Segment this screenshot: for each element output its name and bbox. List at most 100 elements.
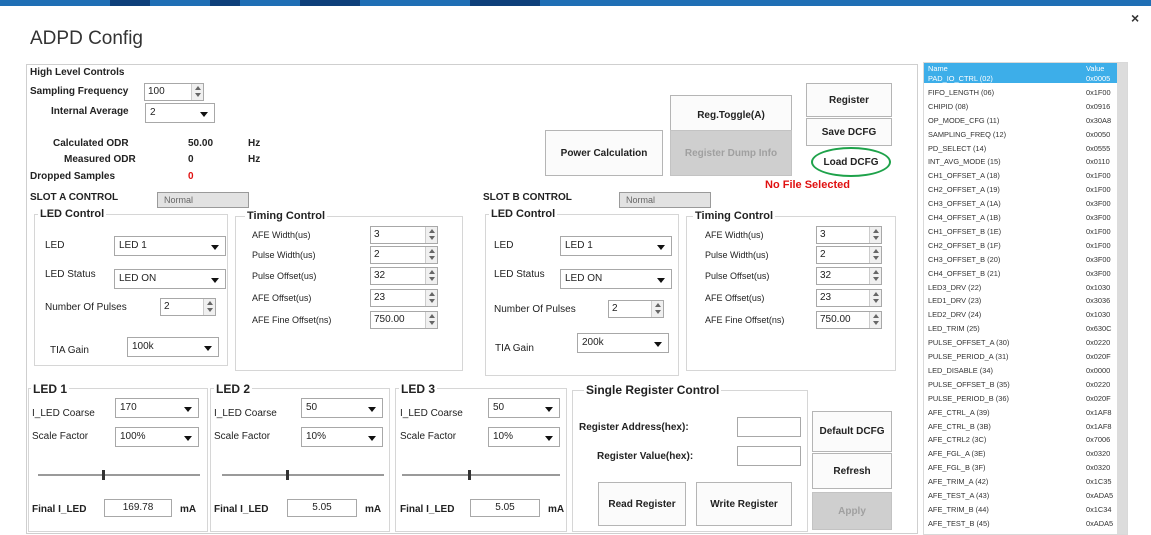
table-row[interactable]: LED1_DRV (23) 0x3036 — [924, 295, 1117, 305]
spinner-arrows-icon[interactable] — [425, 312, 437, 328]
register-name: CH1_OFFSET_B (1E) — [928, 226, 1002, 236]
register-button[interactable]: Register — [806, 83, 892, 117]
slot-b-afe-offset-spinner[interactable]: 23 — [816, 289, 882, 307]
slot-a-led-status-select[interactable]: LED ON — [114, 269, 226, 289]
slot-a-pulses-spinner[interactable]: 2 — [160, 298, 216, 316]
slot-b-pulse-offset-spinner[interactable]: 32 — [816, 267, 882, 285]
slot-a-afe-offset-label: AFE Offset(us) — [252, 293, 312, 303]
spinner-arrows-icon[interactable] — [425, 227, 437, 243]
spinner-arrows-icon[interactable] — [869, 227, 881, 243]
table-row[interactable]: CH3_OFFSET_B (20) 0x3F00 — [924, 254, 1117, 264]
slot-b-afe-width-spinner[interactable]: 3 — [816, 226, 882, 244]
led1-final-label: Final I_LED — [32, 504, 87, 515]
led2-slider[interactable] — [222, 470, 384, 480]
table-row[interactable]: AFE_FGL_B (3F) 0x0320 — [924, 462, 1117, 472]
slot-b-tia-select[interactable]: 200k — [577, 333, 669, 353]
table-row[interactable]: AFE_CTRL2 (3C) 0x7006 — [924, 434, 1117, 444]
power-calculation-button[interactable]: Power Calculation — [545, 130, 663, 176]
register-list[interactable]: Name Value PAD_IO_CTRL (02) 0x0005 FIFO_LE… — [923, 62, 1128, 535]
register-value: 0x0220 — [1086, 338, 1111, 348]
slot-a-afe-width-spinner[interactable]: 3 — [370, 226, 438, 244]
led1-coarse-select[interactable]: 170 — [115, 398, 199, 418]
write-register-button[interactable]: Write Register — [696, 482, 792, 526]
led3-slider[interactable] — [402, 470, 560, 480]
spinner-arrows-icon[interactable] — [651, 301, 663, 317]
table-row[interactable]: LED_TRIM (25) 0x630C — [924, 323, 1117, 333]
spinner-arrows-icon[interactable] — [425, 290, 437, 306]
table-row[interactable]: PULSE_OFFSET_A (30) 0x0220 — [924, 337, 1117, 347]
spinner-arrows-icon[interactable] — [869, 312, 881, 328]
high-level-title: High Level Controls — [30, 67, 125, 78]
table-row[interactable]: AFE_CTRL_A (39) 0x1AF8 — [924, 407, 1117, 417]
led1-scale-select[interactable]: 100% — [115, 427, 199, 447]
internal-average-select[interactable]: 2 — [145, 103, 215, 123]
table-row[interactable]: CHIPID (08) 0x0916 — [924, 101, 1117, 111]
save-dcfg-button[interactable]: Save DCFG — [806, 118, 892, 146]
led1-title: LED 1 — [31, 382, 70, 396]
table-row[interactable]: OP_MODE_CFG (11) 0x30A8 — [924, 115, 1117, 125]
slot-a-pulse-offset-spinner[interactable]: 32 — [370, 267, 438, 285]
table-row[interactable]: FIFO_LENGTH (06) 0x1F00 — [924, 87, 1117, 97]
table-row[interactable]: CH1_OFFSET_A (18) 0x1F00 — [924, 170, 1117, 180]
table-row[interactable]: CH2_OFFSET_A (19) 0x1F00 — [924, 184, 1117, 194]
sampling-frequency-spinner[interactable]: 100 — [144, 83, 204, 101]
led1-slider[interactable] — [38, 470, 200, 480]
spinner-arrows-icon[interactable] — [869, 268, 881, 284]
table-row[interactable]: AFE_TEST_B (45) 0xADA5 — [924, 518, 1117, 528]
table-row[interactable]: PD_SELECT (14) 0x0555 — [924, 143, 1117, 153]
register-address-input[interactable] — [737, 417, 801, 437]
slider-handle[interactable] — [286, 470, 289, 480]
table-row[interactable]: PULSE_PERIOD_B (36) 0x020F — [924, 393, 1117, 403]
slider-handle[interactable] — [102, 470, 105, 480]
slot-b-led-status-select[interactable]: LED ON — [560, 269, 672, 289]
table-row[interactable]: CH2_OFFSET_B (1F) 0x1F00 — [924, 240, 1117, 250]
slot-b-afe-fine-spinner[interactable]: 750.00 — [816, 311, 882, 329]
table-row[interactable]: PULSE_PERIOD_A (31) 0x020F — [924, 351, 1117, 361]
slot-a-pulse-width-spinner[interactable]: 2 — [370, 246, 438, 264]
slot-a-tia-select[interactable]: 100k — [127, 337, 219, 357]
register-dump-info-button[interactable]: Register Dump Info — [670, 130, 792, 176]
spinner-arrows-icon[interactable] — [869, 247, 881, 263]
slot-a-afe-offset-spinner[interactable]: 23 — [370, 289, 438, 307]
table-row[interactable]: AFE_FGL_A (3E) 0x0320 — [924, 448, 1117, 458]
default-dcfg-button[interactable]: Default DCFG — [812, 411, 892, 452]
slider-handle[interactable] — [468, 470, 471, 480]
slot-b-pulses-spinner[interactable]: 2 — [608, 300, 664, 318]
table-row[interactable]: PULSE_OFFSET_B (35) 0x0220 — [924, 379, 1117, 389]
table-row[interactable]: CH1_OFFSET_B (1E) 0x1F00 — [924, 226, 1117, 236]
table-row[interactable]: AFE_CTRL_B (3B) 0x1AF8 — [924, 421, 1117, 431]
spinner-arrows-icon[interactable] — [203, 299, 215, 315]
register-list-scrollbar[interactable] — [1117, 63, 1127, 534]
table-row[interactable]: LED2_DRV (24) 0x1030 — [924, 309, 1117, 319]
led2-coarse-select[interactable]: 50 — [301, 398, 383, 418]
spinner-arrows-icon[interactable] — [191, 84, 203, 100]
close-icon[interactable]: × — [1131, 10, 1139, 26]
spinner-arrows-icon[interactable] — [425, 247, 437, 263]
table-row[interactable]: CH4_OFFSET_B (21) 0x3F00 — [924, 268, 1117, 278]
slot-b-led-select[interactable]: LED 1 — [560, 236, 672, 256]
register-value: 0x3F00 — [1086, 213, 1111, 222]
register-value-input[interactable] — [737, 446, 801, 466]
table-row[interactable]: LED3_DRV (22) 0x1030 — [924, 282, 1117, 292]
reg-toggle-button[interactable]: Reg.Toggle(A) — [670, 95, 792, 135]
spinner-arrows-icon[interactable] — [869, 290, 881, 306]
slot-a-afe-fine-spinner[interactable]: 750.00 — [370, 311, 438, 329]
read-register-button[interactable]: Read Register — [598, 482, 686, 526]
apply-button[interactable]: Apply — [812, 492, 892, 530]
table-row[interactable]: INT_AVG_MODE (15) 0x0110 — [924, 156, 1117, 166]
table-row[interactable]: LED_DISABLE (34) 0x0000 — [924, 365, 1117, 375]
table-row[interactable]: CH3_OFFSET_A (1A) 0x3F00 — [924, 198, 1117, 208]
led3-coarse-select[interactable]: 50 — [488, 398, 560, 418]
table-row[interactable]: PAD_IO_CTRL (02) 0x0005 — [924, 73, 1117, 84]
refresh-button[interactable]: Refresh — [812, 453, 892, 489]
table-row[interactable]: AFE_TRIM_B (44) 0x1C34 — [924, 504, 1117, 514]
spinner-arrows-icon[interactable] — [425, 268, 437, 284]
led2-scale-select[interactable]: 10% — [301, 427, 383, 447]
led3-scale-select[interactable]: 10% — [488, 427, 560, 447]
table-row[interactable]: CH4_OFFSET_A (1B) 0x3F00 — [924, 212, 1117, 222]
table-row[interactable]: AFE_TEST_A (43) 0xADA5 — [924, 490, 1117, 500]
slot-a-led-select[interactable]: LED 1 — [114, 236, 226, 256]
table-row[interactable]: SAMPLING_FREQ (12) 0x0050 — [924, 129, 1117, 139]
slot-b-pulse-width-spinner[interactable]: 2 — [816, 246, 882, 264]
table-row[interactable]: AFE_TRIM_A (42) 0x1C35 — [924, 476, 1117, 486]
